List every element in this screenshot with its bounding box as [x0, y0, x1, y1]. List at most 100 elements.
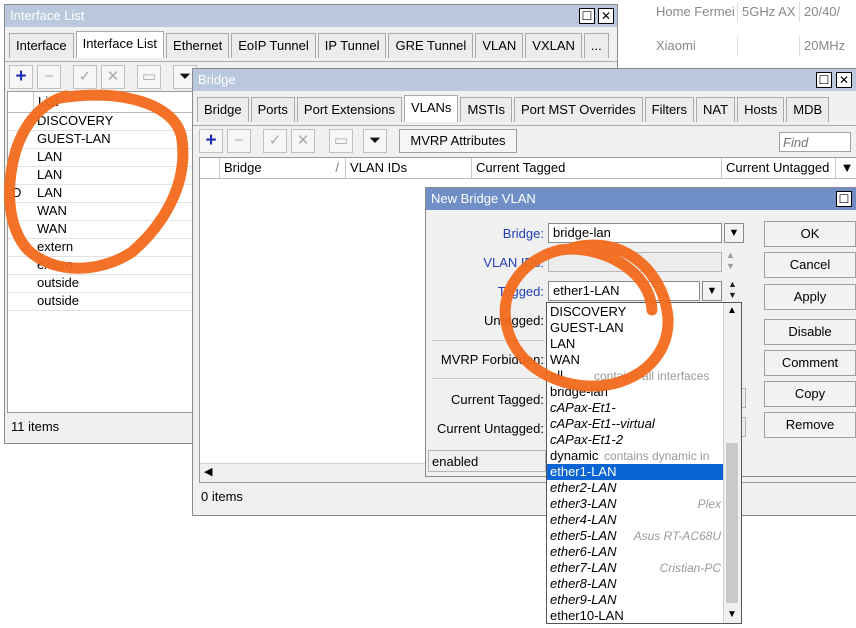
- comment-button[interactable]: Comment: [764, 350, 856, 376]
- filter-icon[interactable]: ⏷: [363, 129, 387, 153]
- apply-button[interactable]: Apply: [764, 284, 856, 310]
- mvrp-attributes-button[interactable]: MVRP Attributes: [399, 129, 517, 153]
- dropdown-item[interactable]: ether2-LAN: [550, 480, 723, 496]
- section-divider: [432, 340, 544, 341]
- remove-icon[interactable]: −: [227, 129, 251, 153]
- remove-button[interactable]: Remove: [764, 412, 856, 438]
- dropdown-item[interactable]: ether3-LAN Plex: [550, 496, 723, 512]
- bridge-select[interactable]: bridge-lan: [548, 223, 722, 243]
- tab-port-mst-overrides[interactable]: Port MST Overrides: [514, 97, 643, 122]
- dialog-titlebar[interactable]: New Bridge VLAN ☐: [426, 188, 856, 210]
- flag-column-header[interactable]: [200, 158, 220, 178]
- scroll-thumb[interactable]: [726, 443, 738, 603]
- maximize-button[interactable]: ☐: [836, 191, 852, 207]
- dropdown-item[interactable]: ether7-LAN Cristian-PC: [550, 560, 723, 576]
- dropdown-item[interactable]: GUEST-LAN: [550, 320, 723, 336]
- find-input[interactable]: [779, 132, 851, 152]
- tab-filters[interactable]: Filters: [644, 97, 695, 122]
- tab-eoip-tunnel[interactable]: EoIP Tunnel: [231, 33, 316, 58]
- dropdown-item[interactable]: ether6-LAN: [550, 544, 723, 560]
- scroll-left-icon[interactable]: ◀: [204, 465, 212, 478]
- comment-icon[interactable]: ▭: [329, 129, 353, 153]
- tab-interface[interactable]: Interface: [9, 33, 74, 58]
- enable-icon[interactable]: ✓: [263, 129, 287, 153]
- remove-icon[interactable]: −: [37, 65, 61, 89]
- close-button[interactable]: ✕: [598, 8, 614, 24]
- dropdown-item[interactable]: cAPax-Et1-2: [550, 432, 723, 448]
- ok-button[interactable]: OK: [764, 221, 856, 247]
- dropdown-item[interactable]: all contains all interfaces: [550, 368, 723, 384]
- table-row[interactable]: LAN: [8, 166, 193, 185]
- current-tagged-column-header[interactable]: Current Tagged: [472, 158, 722, 178]
- dropdown-item[interactable]: ether8-LAN: [550, 576, 723, 592]
- table-row[interactable]: D LAN: [8, 184, 193, 203]
- tab-bridge[interactable]: Bridge: [197, 97, 249, 122]
- dropdown-item[interactable]: bridge-lan: [550, 384, 723, 400]
- tab-ethernet[interactable]: Ethernet: [166, 33, 230, 58]
- updown-arrows-icon[interactable]: ▲ ▼: [726, 250, 735, 272]
- copy-button[interactable]: Copy: [764, 381, 856, 407]
- vlan-ids-column-header[interactable]: VLAN IDs: [346, 158, 472, 178]
- tab-hosts[interactable]: Hosts: [737, 97, 785, 122]
- disable-icon[interactable]: ✕: [291, 129, 315, 153]
- tab-mstis[interactable]: MSTIs: [460, 97, 512, 122]
- tab-interface-list[interactable]: Interface List: [75, 31, 165, 58]
- list-column-header[interactable]: List: [34, 92, 193, 112]
- dropdown-item[interactable]: cAPax-Et1-: [550, 400, 723, 416]
- tab-vlan[interactable]: VLAN: [475, 33, 524, 58]
- dropdown-item[interactable]: WAN: [550, 352, 723, 368]
- table-row[interactable]: WAN: [8, 202, 193, 221]
- dropdown-item[interactable]: LAN: [550, 336, 723, 352]
- dropdown-arrow-icon[interactable]: ▼: [724, 223, 744, 243]
- updown-arrows-icon[interactable]: ▲ ▼: [728, 279, 737, 301]
- dropdown-item[interactable]: ether10-LAN: [550, 608, 723, 623]
- dropdown-arrow-icon[interactable]: ▼: [702, 281, 722, 301]
- dropdown-item[interactable]: DISCOVERY: [550, 304, 723, 320]
- bridge-column-header[interactable]: Bridge /: [220, 158, 346, 178]
- maximize-button[interactable]: ☐: [579, 8, 595, 24]
- dropdown-item[interactable]: ether1-LAN: [547, 464, 723, 480]
- disable-icon[interactable]: ✕: [101, 65, 125, 89]
- dropdown-item[interactable]: ether5-LAN Asus RT-AC68U: [550, 528, 723, 544]
- tab-ports[interactable]: Ports: [250, 97, 295, 122]
- vlan-ids-input[interactable]: [548, 252, 722, 272]
- table-row[interactable]: extern: [8, 238, 193, 257]
- disable-button[interactable]: Disable: [764, 319, 856, 345]
- table-row[interactable]: GUEST-LAN: [8, 130, 193, 149]
- maximize-button[interactable]: ☐: [816, 72, 832, 88]
- table-row[interactable]: outside: [8, 292, 193, 311]
- tab-more[interactable]: ...: [583, 33, 609, 58]
- bridge-titlebar[interactable]: Bridge ☐ ✕: [193, 69, 856, 91]
- dropdown-item[interactable]: dynamic contains dynamic in: [550, 448, 723, 464]
- cancel-button[interactable]: Cancel: [764, 252, 856, 278]
- tab-gre-tunnel[interactable]: GRE Tunnel: [388, 33, 474, 58]
- tab-vlans[interactable]: VLANs: [403, 95, 459, 122]
- tagged-dropdown-list[interactable]: DISCOVERY GUEST-LAN LAN WAN all contains all …: [546, 302, 742, 624]
- tab-port-extensions[interactable]: Port Extensions: [296, 97, 402, 122]
- table-row[interactable]: extern: [8, 256, 193, 275]
- dropdown-item[interactable]: ether9-LAN: [550, 592, 723, 608]
- comment-icon[interactable]: ▭: [137, 65, 161, 89]
- table-row[interactable]: WAN: [8, 220, 193, 239]
- tab-ip-tunnel[interactable]: IP Tunnel: [317, 33, 387, 58]
- dropdown-scrollbar[interactable]: ▲ ▼: [723, 303, 741, 623]
- tagged-select[interactable]: ether1-LAN: [548, 281, 700, 301]
- tab-mdb[interactable]: MDB: [786, 97, 830, 122]
- column-menu-icon[interactable]: ▼: [836, 158, 856, 178]
- scroll-down-icon[interactable]: ▼: [727, 609, 737, 620]
- tab-nat[interactable]: NAT: [696, 97, 736, 122]
- table-row[interactable]: DISCOVERY: [8, 112, 193, 131]
- interface-list-titlebar[interactable]: Interface List ☐ ✕: [5, 5, 617, 27]
- add-icon[interactable]: +: [199, 129, 223, 153]
- scroll-up-icon[interactable]: ▲: [727, 305, 737, 316]
- tab-vxlan[interactable]: VXLAN: [525, 33, 582, 58]
- flag-column-header[interactable]: [8, 92, 34, 112]
- close-button[interactable]: ✕: [836, 72, 852, 88]
- dropdown-item[interactable]: ether4-LAN: [550, 512, 723, 528]
- table-row[interactable]: outside: [8, 274, 193, 293]
- current-untagged-column-header[interactable]: Current Untagged: [722, 158, 836, 178]
- table-row[interactable]: LAN: [8, 148, 193, 167]
- add-icon[interactable]: +: [9, 65, 33, 89]
- enable-icon[interactable]: ✓: [73, 65, 97, 89]
- dropdown-item[interactable]: cAPax-Et1--virtual: [550, 416, 723, 432]
